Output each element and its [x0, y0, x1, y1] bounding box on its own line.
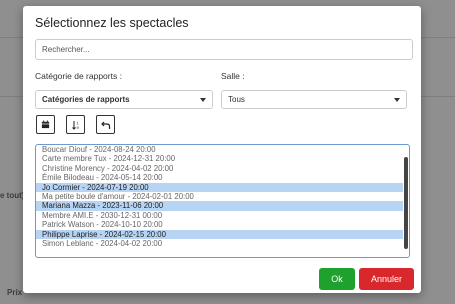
select-shows-dialog: Sélectionnez les spectacles Rechercher..…: [23, 6, 421, 293]
list-item[interactable]: Membre AMI.E - 2030-12-31 00:00: [36, 211, 403, 220]
list-item[interactable]: Mariana Mazza - 2023-11-06 20:00: [36, 201, 403, 211]
list-item[interactable]: Émile Bilodeau - 2024-05-14 20:00: [36, 173, 403, 182]
list-scrollbar[interactable]: [404, 157, 408, 249]
chevron-down-icon: [394, 98, 400, 102]
undo-button[interactable]: [96, 115, 115, 134]
dialog-title: Sélectionnez les spectacles: [35, 16, 189, 30]
category-select-value: Catégories de rapports: [42, 95, 130, 104]
sort-icon: 1 9: [71, 120, 79, 130]
sort-button[interactable]: 1 9: [66, 115, 85, 134]
list-item[interactable]: Boucar Diouf - 2024-08-24 20:00: [36, 145, 403, 154]
ok-button[interactable]: Ok: [319, 268, 355, 290]
list-item[interactable]: Jo Cormier - 2024-07-19 20:00: [36, 182, 403, 192]
shows-list: Boucar Diouf - 2024-08-24 20:00 Carte mem…: [36, 145, 403, 248]
bg-column-header: Prix: [7, 288, 23, 297]
category-label: Catégorie de rapports :: [35, 71, 122, 81]
list-item[interactable]: Simon Leblanc - 2024-04-02 20:00: [36, 239, 403, 248]
list-item[interactable]: Philippe Laprise - 2024-02-15 20:00: [36, 229, 403, 239]
shows-listbox[interactable]: Boucar Diouf - 2024-08-24 20:00 Carte mem…: [35, 144, 410, 258]
search-input[interactable]: Rechercher...: [35, 39, 413, 60]
list-item[interactable]: Patrick Watson - 2024-10-10 20:00: [36, 220, 403, 229]
room-select[interactable]: Tous: [221, 90, 407, 109]
room-select-value: Tous: [228, 95, 245, 104]
svg-text:9: 9: [76, 125, 79, 130]
list-item[interactable]: Ma petite boule d'amour - 2024-02-01 20:…: [36, 192, 403, 201]
room-label: Salle :: [221, 71, 245, 81]
bg-left-text: e tout): [0, 191, 25, 200]
cancel-button[interactable]: Annuler: [359, 268, 414, 290]
category-select[interactable]: Catégories de rapports: [35, 90, 213, 109]
chevron-down-icon: [200, 98, 206, 102]
undo-icon: [100, 121, 110, 129]
calendar-icon: [41, 120, 50, 129]
calendar-button[interactable]: [36, 115, 55, 134]
list-item[interactable]: Christine Morency - 2024-04-02 20:00: [36, 164, 403, 173]
list-item[interactable]: Carte membre Tux - 2024-12-31 20:00: [36, 154, 403, 163]
